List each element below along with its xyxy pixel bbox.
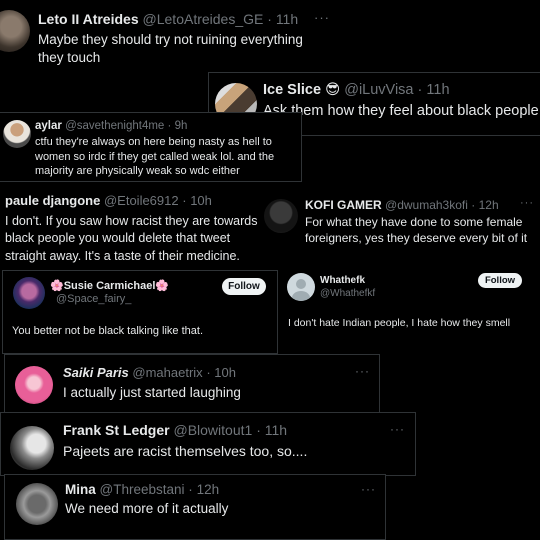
tweet-header: Mina @Threebstani · 12h: [65, 482, 219, 497]
flower-emoji-icon: 🌸: [50, 280, 64, 292]
separator: ·: [267, 11, 272, 27]
avatar[interactable]: [13, 277, 45, 309]
tweet-text: Pajeets are racist themselves too, so...…: [63, 443, 308, 459]
tweet-text: I don't. If you saw how racist they are …: [5, 214, 258, 263]
more-options-icon[interactable]: ···: [520, 197, 534, 209]
timestamp[interactable]: 12h: [479, 198, 499, 212]
tweet-header: Leto II Atreides @LetoAtreides_GE · 11h: [38, 11, 298, 27]
tweet-card-mina[interactable]: Mina @Threebstani · 12h ··· We need more…: [4, 474, 386, 540]
separator: ·: [417, 82, 423, 98]
timestamp[interactable]: 11h: [276, 11, 298, 27]
author-handle[interactable]: @Threebstani: [100, 482, 185, 497]
separator: ·: [182, 193, 187, 208]
tweet-text: We need more of it actually: [65, 501, 229, 516]
author-name[interactable]: Mina: [65, 482, 96, 497]
tweet-text: ctfu they're always on here being nasty …: [35, 136, 275, 178]
author-handle[interactable]: @LetoAtreides_GE: [143, 11, 264, 27]
tweet-header: Saiki Paris @mahaetrix · 10h: [63, 365, 236, 380]
author-name[interactable]: Saiki Paris: [63, 365, 129, 380]
sunglasses-emoji-icon: 😎: [325, 82, 341, 98]
default-avatar-body: [292, 291, 310, 301]
avatar[interactable]: [15, 366, 53, 404]
tweet-header: paule djangone @Etoile6912 · 10h: [5, 193, 212, 208]
tweet-header: KOFI GAMER @dwumah3kofi · 12h: [305, 198, 499, 212]
author-handle[interactable]: @Whathefkf: [320, 288, 375, 299]
avatar[interactable]: [264, 199, 298, 233]
tweet-card-whathefk[interactable]: Whathefk @Whathefkf Follow I don't hate …: [282, 264, 540, 344]
tweet-text: I don't hate Indian people, I hate how t…: [288, 317, 511, 329]
author-name[interactable]: Ice Slice: [263, 82, 321, 98]
tweet-text: For what they have done to some female f…: [305, 215, 528, 245]
separator: ·: [256, 422, 261, 438]
more-options-icon[interactable]: ···: [314, 10, 330, 25]
tweet-text: Ask them how they feel about black peopl…: [263, 103, 539, 119]
timestamp[interactable]: 10h: [214, 365, 236, 380]
separator: ·: [188, 482, 193, 497]
avatar[interactable]: [10, 426, 54, 470]
tweet-card-susie[interactable]: 🌸Susie Carmichael🌸 @Space_fairy_ Follow …: [2, 270, 278, 354]
tweet-card-kofi[interactable]: KOFI GAMER @dwumah3kofi · 12h ··· For wh…: [258, 193, 540, 258]
timestamp[interactable]: 11h: [265, 422, 287, 438]
author-name[interactable]: paule djangone: [5, 193, 100, 208]
separator: ·: [167, 120, 172, 132]
author-handle[interactable]: @Space_fairy_: [56, 293, 131, 305]
tweet-header: Ice Slice 😎 @iLuvVisa · 11h: [263, 82, 450, 98]
tweet-text: I actually just started laughing: [63, 385, 241, 400]
author-name[interactable]: Leto II Atreides: [38, 11, 139, 27]
separator: ·: [206, 365, 211, 380]
follow-button[interactable]: Follow: [222, 278, 266, 295]
author-handle[interactable]: @Blowitout1: [173, 422, 252, 438]
tweet-card-frank[interactable]: Frank St Ledger @Blowitout1 · 11h ··· Pa…: [0, 412, 416, 476]
avatar[interactable]: [0, 10, 30, 52]
avatar[interactable]: [287, 273, 315, 301]
timestamp[interactable]: 11h: [426, 82, 449, 98]
author-handle[interactable]: @savethenight4me: [65, 120, 164, 132]
tweet-header: Frank St Ledger @Blowitout1 · 11h: [63, 422, 287, 438]
author-name[interactable]: Susie Carmichael: [64, 280, 156, 292]
author-name[interactable]: Whathefk: [320, 275, 365, 286]
tweet-card-paule[interactable]: paule djangone @Etoile6912 · 10h I don't…: [0, 186, 262, 268]
author-handle[interactable]: @dwumah3kofi: [385, 198, 468, 212]
author-name[interactable]: Frank St Ledger: [63, 422, 170, 438]
tweet-text: You better not be black talking like tha…: [12, 325, 203, 337]
author-name[interactable]: aylar: [35, 120, 62, 132]
more-options-icon[interactable]: ···: [355, 364, 370, 378]
author-handle[interactable]: @iLuvVisa: [344, 82, 413, 98]
tweet-card-aylar[interactable]: aylar @savethenight4me · 9h ctfu they're…: [0, 112, 302, 182]
more-options-icon[interactable]: ···: [361, 482, 376, 496]
timestamp[interactable]: 9h: [175, 120, 188, 132]
flower-emoji-icon: 🌸: [155, 280, 170, 292]
avatar[interactable]: [16, 483, 58, 525]
tweet-card-saiki[interactable]: Saiki Paris @mahaetrix · 10h ··· I actua…: [4, 354, 380, 414]
author-handle[interactable]: @mahaetrix: [132, 365, 202, 380]
separator: ·: [471, 198, 476, 212]
more-options-icon[interactable]: ···: [390, 422, 405, 436]
timestamp[interactable]: 10h: [190, 193, 212, 208]
timestamp[interactable]: 12h: [197, 482, 220, 497]
tweet-text: Maybe they should try not ruining everyt…: [38, 32, 303, 65]
tweet-header: aylar @savethenight4me · 9h: [35, 120, 187, 132]
author-name[interactable]: KOFI GAMER: [305, 198, 382, 212]
tweet-header: 🌸Susie Carmichael🌸: [50, 279, 169, 292]
follow-button[interactable]: Follow: [478, 273, 522, 288]
author-handle[interactable]: @Etoile6912: [104, 193, 179, 208]
tweet-card-leto[interactable]: Leto II Atreides @LetoAtreides_GE · 11h …: [0, 0, 336, 72]
avatar[interactable]: [3, 120, 31, 148]
default-avatar-icon: [296, 279, 306, 289]
